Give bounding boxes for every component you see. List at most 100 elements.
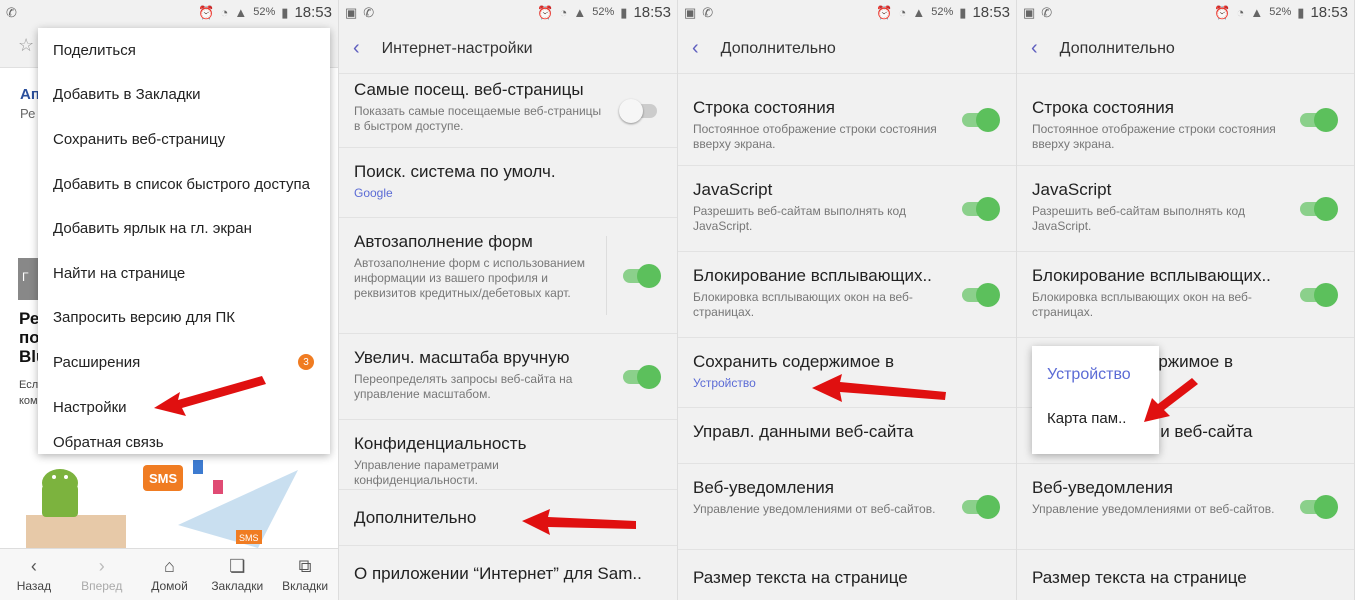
sms-label: SMS	[149, 471, 178, 486]
setting-title: Размер текста на странице	[693, 568, 908, 587]
menu-item-label: Запросить версию для ПК	[53, 309, 236, 327]
page-peek-text: ком	[19, 395, 38, 407]
setting-title: Управл. данными веб-сайта	[693, 422, 914, 441]
setting-javascript[interactable]: JavaScript Разрешить веб-сайтам выполнят…	[1017, 166, 1354, 252]
web-notifications-toggle[interactable]	[1300, 494, 1338, 519]
setting-title: JavaScript	[693, 180, 773, 199]
menu-item-add-bookmark[interactable]: Добавить в Закладки	[38, 73, 330, 118]
setting-status-bar[interactable]: Строка состояния Постоянное отображение …	[1017, 74, 1354, 166]
manual-zoom-toggle[interactable]	[623, 364, 661, 389]
setting-title: Сохранить содержимое в	[693, 352, 895, 371]
sms-label: SMS	[239, 533, 259, 543]
menu-item-label: Добавить в список быстрого доступа	[53, 175, 311, 193]
bookmarks-button[interactable]: ❏ Закладки	[203, 549, 271, 600]
status-bar: ✆ ⏰ ◔ ▲ 52% ▮ 18:53	[0, 0, 338, 24]
clock: 18:53	[1310, 3, 1348, 21]
setting-site-data[interactable]: Управл. данными веб-сайта	[678, 408, 1016, 464]
back-button[interactable]: ‹ Назад	[0, 549, 68, 600]
setting-description: Блокировка всплывающих окон на веб-стран…	[1032, 290, 1252, 319]
settings-header: ‹ Интернет-настройки	[339, 24, 677, 74]
setting-description: Автозаполнение форм с использованием инф…	[354, 256, 585, 300]
back-chevron-icon[interactable]: ‹	[353, 37, 360, 60]
home-button[interactable]: ⌂ Домой	[136, 549, 204, 600]
battery-percent: 52%	[592, 6, 615, 18]
setting-title: Блокирование всплывающих..	[1032, 266, 1271, 285]
web-notifications-toggle[interactable]	[962, 494, 1000, 519]
setting-web-notifications[interactable]: Веб-уведомления Управление уведомлениями…	[1017, 464, 1354, 550]
setting-title: Блокирование всплывающих..	[693, 266, 932, 285]
battery-icon: ▮	[620, 4, 628, 20]
menu-item-feedback[interactable]: Обратная связь	[38, 429, 330, 451]
setting-autofill[interactable]: Автозаполнение форм Автозаполнение форм …	[339, 218, 677, 334]
status-bar-toggle[interactable]	[1300, 107, 1338, 132]
menu-item-label: Настройки	[53, 398, 127, 416]
setting-text-size[interactable]: Размер текста на странице	[1017, 550, 1354, 600]
annotation-arrow	[812, 374, 946, 402]
page-image: Г	[18, 258, 40, 300]
alarm-icon: ⏰	[876, 4, 893, 20]
tabs-icon: ⧉	[298, 556, 312, 576]
setting-most-visited[interactable]: Самые посещ. веб-страницы Показать самые…	[339, 74, 677, 148]
missed-call-icon: ✆	[702, 4, 714, 20]
back-chevron-icon[interactable]: ‹	[1031, 37, 1038, 60]
most-visited-toggle[interactable]	[619, 98, 657, 123]
setting-popup-blocker[interactable]: Блокирование всплывающих.. Блокировка вс…	[1017, 252, 1354, 338]
status-bar: ▣ ✆ ⏰ ◔ ▲ 52% ▮ 18:53	[1017, 0, 1354, 24]
menu-item-desktop-version[interactable]: Запросить версию для ПК	[38, 296, 330, 341]
popup-blocker-toggle[interactable]	[1300, 282, 1338, 307]
browser-bottom-bar: ‹ Назад › Вперед ⌂ Домой ❏ Закладки ⧉ Вкладки	[0, 548, 338, 600]
page-peek-text: Ре	[20, 106, 36, 121]
bookmark-star-icon[interactable]: ☆	[18, 35, 34, 56]
setting-web-notifications[interactable]: Веб-уведомления Управление уведомлениями…	[678, 464, 1016, 550]
setting-title: Конфиденциальность	[354, 434, 527, 453]
setting-default-search[interactable]: Поиск. система по умолч. Google	[339, 148, 677, 218]
setting-title: Увелич. масштаба вручную	[354, 348, 570, 367]
autofill-toggle[interactable]	[623, 263, 661, 288]
image-icon: ▣	[345, 4, 358, 20]
menu-item-label: Сохранить веб-страницу	[53, 130, 226, 148]
javascript-toggle[interactable]	[1300, 196, 1338, 221]
back-chevron-icon[interactable]: ‹	[692, 37, 699, 60]
setting-status-bar[interactable]: Строка состояния Постоянное отображение …	[678, 74, 1016, 166]
setting-title: Веб-уведомления	[1032, 478, 1173, 497]
signal-icon: ▲	[912, 4, 926, 20]
javascript-toggle[interactable]	[962, 196, 1000, 221]
clock: 18:53	[294, 3, 332, 21]
menu-item-save-page[interactable]: Сохранить веб-страницу	[38, 117, 330, 162]
settings-header: ‹ Дополнительно	[1017, 24, 1354, 74]
setting-about[interactable]: О приложении “Интернет” для Sam..	[339, 546, 677, 600]
menu-item-label: Найти на странице	[53, 264, 186, 282]
setting-description: Управление уведомлениями от веб-сайтов.	[1032, 502, 1275, 516]
menu-item-share[interactable]: Поделиться	[38, 28, 330, 73]
setting-popup-blocker[interactable]: Блокирование всплывающих.. Блокировка вс…	[678, 252, 1016, 338]
page-title: Дополнительно	[1059, 39, 1175, 57]
book-icon: ❏	[229, 556, 246, 576]
missed-call-icon: ✆	[6, 4, 17, 20]
menu-item-quick-access[interactable]: Добавить в список быстрого доступа	[38, 162, 330, 207]
menu-item-find[interactable]: Найти на странице	[38, 251, 330, 296]
status-bar-toggle[interactable]	[962, 107, 1000, 132]
forward-arrow-icon: ›	[98, 556, 105, 576]
back-arrow-icon: ‹	[30, 556, 37, 576]
setting-javascript[interactable]: JavaScript Разрешить веб-сайтам выполнят…	[678, 166, 1016, 252]
browser-panel: ✆ ⏰ ◔ ▲ 52% ▮ 18:53 ☆ Ап Ре Г Ре по Blu …	[0, 0, 339, 600]
divider	[606, 236, 607, 315]
page-peek-text: Г	[22, 270, 29, 284]
setting-description: Разрешить веб-сайтам выполнять код JavaS…	[1032, 204, 1245, 233]
tabs-button[interactable]: ⧉ Вкладки	[271, 549, 338, 600]
forward-button[interactable]: › Вперед	[68, 549, 136, 600]
setting-description: Переопределять запросы веб-сайта на упра…	[354, 372, 573, 401]
menu-item-label: Поделиться	[53, 41, 136, 59]
menu-item-add-shortcut[interactable]: Добавить ярлык на гл. экран	[38, 206, 330, 251]
popup-blocker-toggle[interactable]	[962, 282, 1000, 307]
image-icon: ▣	[1023, 4, 1036, 20]
setting-privacy[interactable]: Конфиденциальность Управление параметрам…	[339, 420, 677, 490]
setting-description: Разрешить веб-сайтам выполнять код JavaS…	[693, 204, 906, 233]
alarm-icon: ⏰	[537, 4, 554, 20]
forward-label: Вперед	[81, 579, 123, 593]
battery-percent: 52%	[253, 6, 276, 18]
setting-text-size[interactable]: Размер текста на странице	[678, 550, 1016, 600]
setting-manual-zoom[interactable]: Увелич. масштаба вручную Переопределять …	[339, 334, 677, 420]
setting-title: Поиск. система по умолч.	[354, 162, 556, 181]
alarm-icon: ⏰	[1214, 4, 1231, 20]
